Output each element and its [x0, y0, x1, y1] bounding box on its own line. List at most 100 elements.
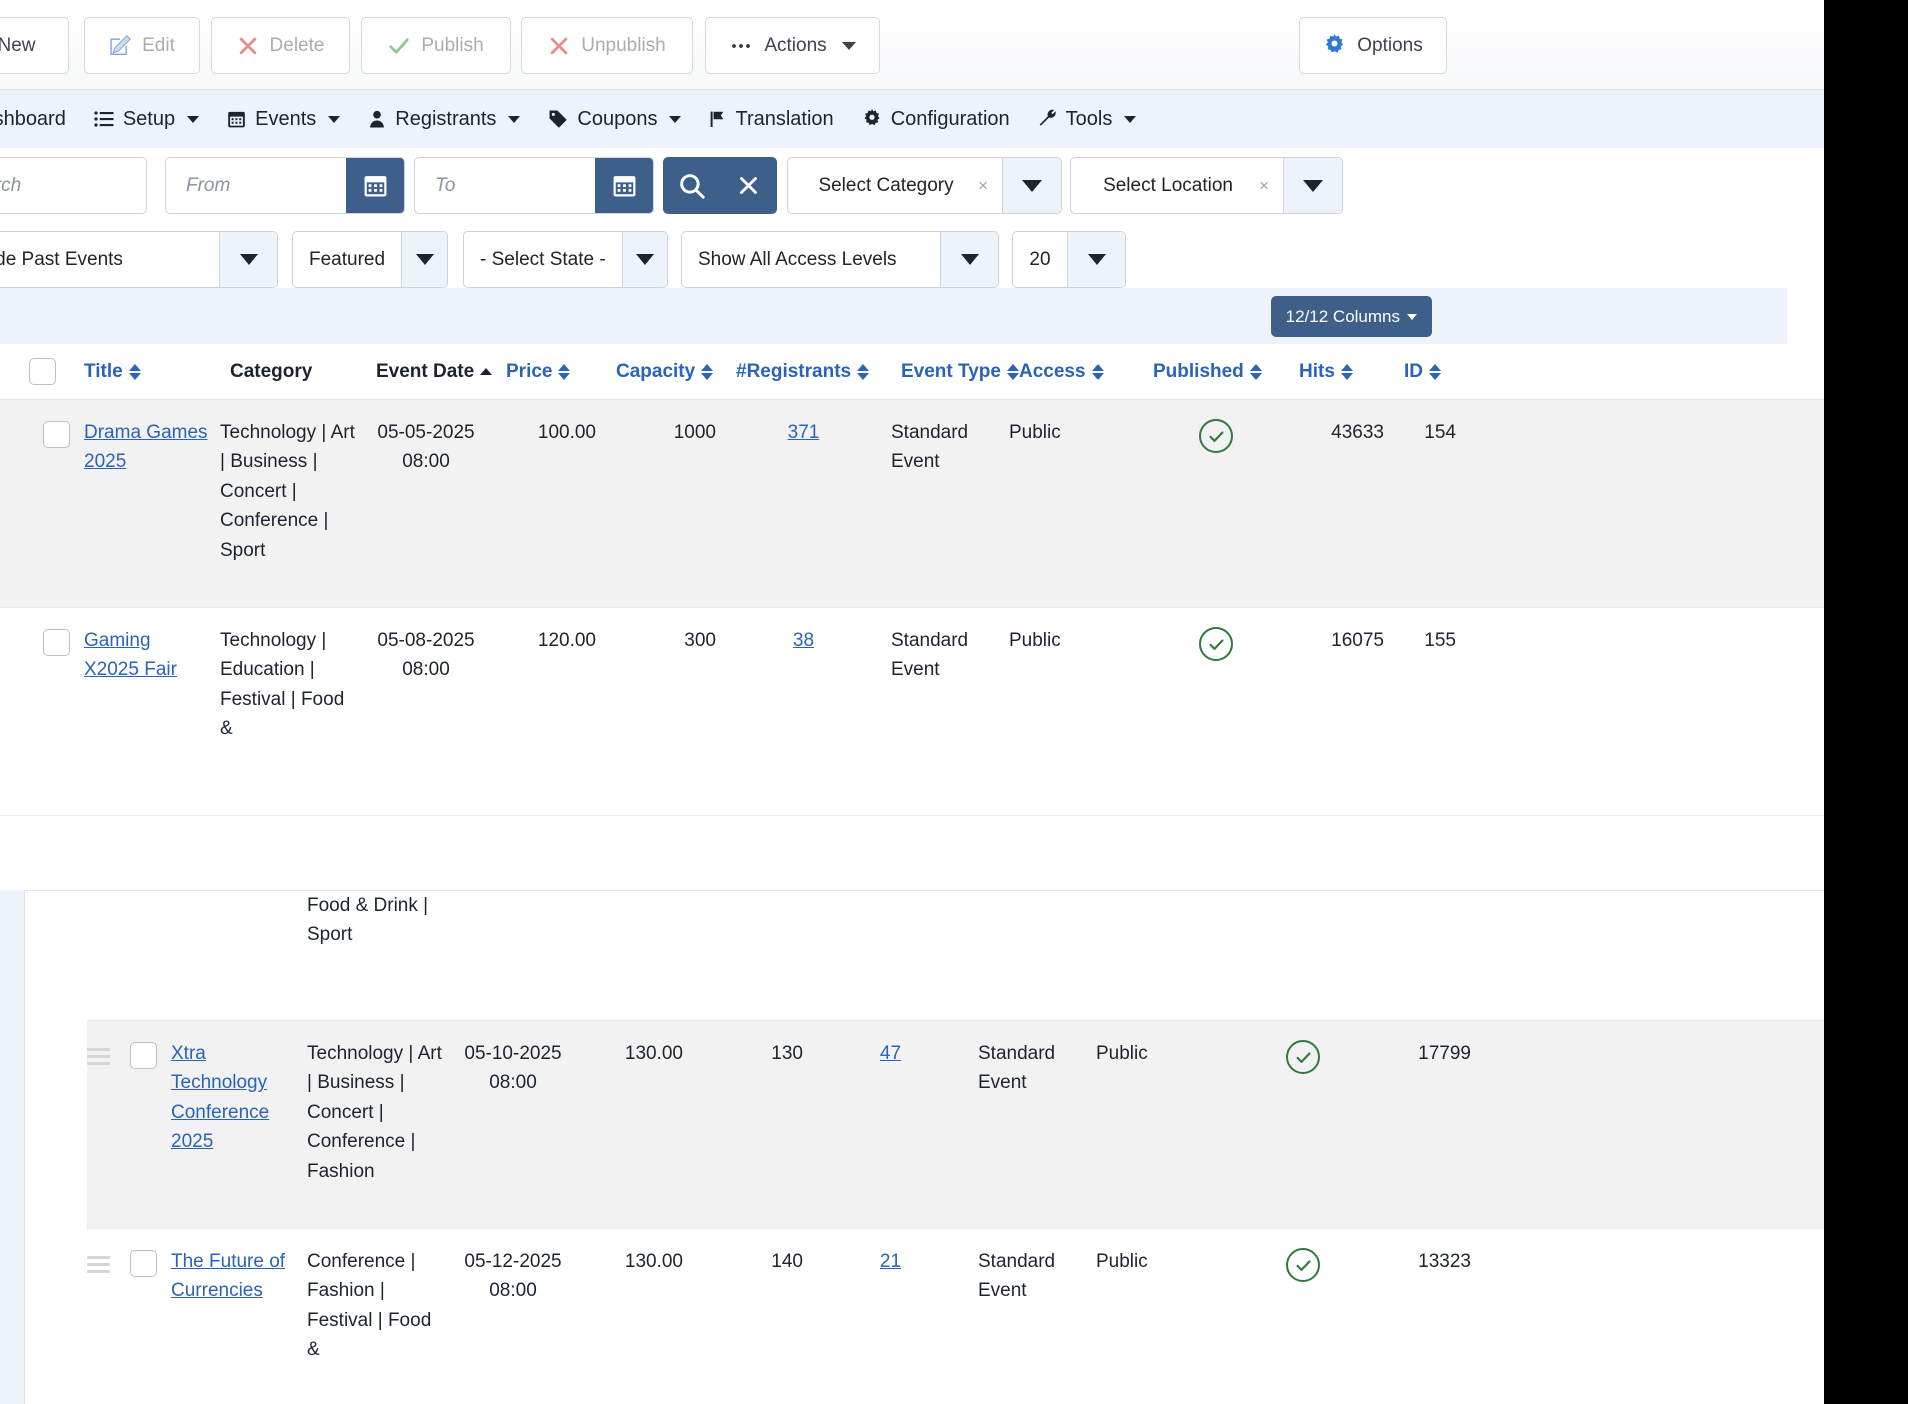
search-input[interactable]: Search: [0, 157, 147, 214]
cell-capacity: 140: [771, 1251, 803, 1272]
cell-published: [1143, 626, 1289, 661]
column-header-access[interactable]: Access: [1019, 361, 1153, 383]
table-row[interactable]: Drama Games 2025 Technology | Art | Busi…: [0, 400, 1824, 608]
caret-down-icon: [1407, 313, 1417, 320]
registrants-link[interactable]: 21: [880, 1251, 901, 1272]
nav-item-translation[interactable]: Translation: [695, 108, 847, 131]
clear-category-icon[interactable]: ×: [974, 176, 1002, 196]
cell-price: 120.00: [537, 630, 596, 651]
tag-icon: [548, 109, 568, 129]
drag-handle-icon[interactable]: [87, 1247, 115, 1273]
list-limit-select[interactable]: 20: [1012, 231, 1126, 288]
sort-icon: [1340, 363, 1353, 380]
registrants-link[interactable]: 38: [793, 630, 814, 651]
event-time: 08:00: [402, 659, 450, 681]
column-header-hits[interactable]: Hits: [1299, 361, 1404, 383]
event-title-link[interactable]: Xtra Technology Conference 2025: [171, 1043, 269, 1152]
publish-button[interactable]: Publish: [361, 17, 511, 74]
row-checkbox[interactable]: [129, 1250, 157, 1277]
published-check-icon[interactable]: [1199, 627, 1233, 661]
category-select[interactable]: Select Category ×: [787, 157, 1062, 214]
column-header-event-type[interactable]: Event Type: [901, 361, 1019, 383]
column-header-capacity[interactable]: Capacity: [616, 361, 736, 383]
chevron-down-icon: [219, 232, 277, 287]
past-events-label: Include Past Events: [0, 248, 123, 270]
calendar-icon[interactable]: [346, 158, 404, 213]
event-date: 05-12-2025: [464, 1251, 562, 1272]
new-button[interactable]: New: [0, 17, 69, 74]
options-button[interactable]: Options: [1299, 17, 1447, 74]
row-checkbox[interactable]: [42, 421, 70, 448]
dragged-rows-panel[interactable]: Food & Drink | Sport Xtra Technology Con…: [24, 890, 1824, 1404]
published-check-icon[interactable]: [1199, 419, 1233, 453]
edit-button[interactable]: Edit: [84, 17, 200, 74]
cell-event-date: 05-10-2025 08:00: [453, 1039, 583, 1098]
row-drag-handle-cell: [87, 1039, 115, 1065]
row-checkbox[interactable]: [42, 629, 70, 656]
nav-item-events[interactable]: Events: [213, 108, 354, 131]
featured-select[interactable]: Featured: [292, 231, 448, 288]
published-check-icon[interactable]: [1286, 1248, 1320, 1282]
screen-gutter: [1824, 0, 1908, 1404]
table-row[interactable]: Gaming X2025 Fair Technology | Education…: [0, 608, 1824, 816]
columns-toggle-button[interactable]: 12/12 Columns: [1270, 296, 1432, 337]
nav-item-configuration[interactable]: Configuration: [848, 108, 1024, 131]
location-select[interactable]: Select Location ×: [1070, 157, 1343, 214]
access-label: Show All Access Levels: [698, 248, 897, 270]
cell-registrants: 47: [813, 1039, 978, 1068]
column-header-label: Category: [230, 360, 313, 382]
delete-button[interactable]: Delete: [211, 17, 350, 74]
publish-button-label: Publish: [421, 34, 484, 56]
location-chevron-down-icon[interactable]: [1283, 158, 1342, 213]
select-all-checkbox[interactable]: [28, 358, 56, 385]
access-level-select[interactable]: Show All Access Levels: [681, 231, 999, 288]
column-header-price[interactable]: Price: [506, 361, 616, 383]
category-chevron-down-icon[interactable]: [1002, 158, 1061, 213]
nav-item-tools[interactable]: Tools: [1024, 108, 1151, 131]
cell-hits: 13323: [1418, 1251, 1471, 1272]
column-header-registrants[interactable]: #Registrants: [736, 361, 901, 383]
event-time: 08:00: [402, 451, 450, 473]
calendar-icon[interactable]: [595, 158, 653, 213]
column-header-title[interactable]: Title: [84, 361, 230, 383]
state-select[interactable]: - Select State -: [463, 231, 668, 288]
from-placeholder: From: [186, 174, 231, 196]
column-header-event-date[interactable]: Event Date: [376, 361, 506, 383]
nav-item-coupons[interactable]: Coupons: [534, 108, 695, 131]
column-header-label: Title: [84, 360, 123, 382]
drag-handle-icon[interactable]: [87, 1039, 115, 1065]
event-title-link[interactable]: Gaming X2025 Fair: [84, 630, 177, 680]
table-row[interactable]: Xtra Technology Conference 2025 Technolo…: [87, 1021, 1824, 1229]
cell-access: Public: [1096, 1043, 1148, 1064]
limit-label: 20: [1029, 248, 1051, 270]
nav-item-registrants[interactable]: Registrants: [354, 108, 534, 131]
event-title-link[interactable]: Drama Games 2025: [84, 422, 208, 472]
chevron-down-icon: [621, 232, 667, 287]
published-check-icon[interactable]: [1286, 1040, 1320, 1074]
sort-icon: [128, 363, 141, 380]
clear-location-icon[interactable]: ×: [1255, 176, 1283, 196]
row-checkbox[interactable]: [129, 1042, 157, 1069]
chevron-down-icon: [841, 41, 856, 50]
table-row[interactable]: The Future of Currencies Conference | Fa…: [87, 1229, 1824, 1404]
unpublish-button[interactable]: Unpublish: [521, 17, 693, 74]
search-clear-button[interactable]: [720, 173, 777, 198]
filter-panel: Search From To: [0, 148, 1787, 296]
column-header-id[interactable]: ID: [1404, 361, 1476, 383]
nav-label: Configuration: [890, 107, 1010, 130]
date-to-field[interactable]: To: [414, 157, 654, 214]
event-title-link[interactable]: The Future of Currencies: [171, 1251, 285, 1301]
column-header-published[interactable]: Published: [1153, 361, 1299, 383]
nav-item-setup[interactable]: Setup: [80, 108, 213, 131]
column-header-category: Category: [230, 361, 376, 383]
cell-registrants: 371: [726, 418, 891, 447]
past-events-select[interactable]: Include Past Events: [0, 231, 278, 288]
nav-item-dashboard[interactable]: Dashboard: [0, 108, 80, 131]
date-from-field[interactable]: From: [165, 157, 405, 214]
registrants-link[interactable]: 371: [788, 422, 820, 443]
registrants-link[interactable]: 47: [880, 1043, 901, 1064]
search-submit-button[interactable]: [663, 172, 720, 200]
actions-button[interactable]: Actions: [705, 17, 880, 74]
cell-event-type: Standard Event: [978, 1251, 1056, 1302]
nav-label: Translation: [735, 107, 834, 130]
